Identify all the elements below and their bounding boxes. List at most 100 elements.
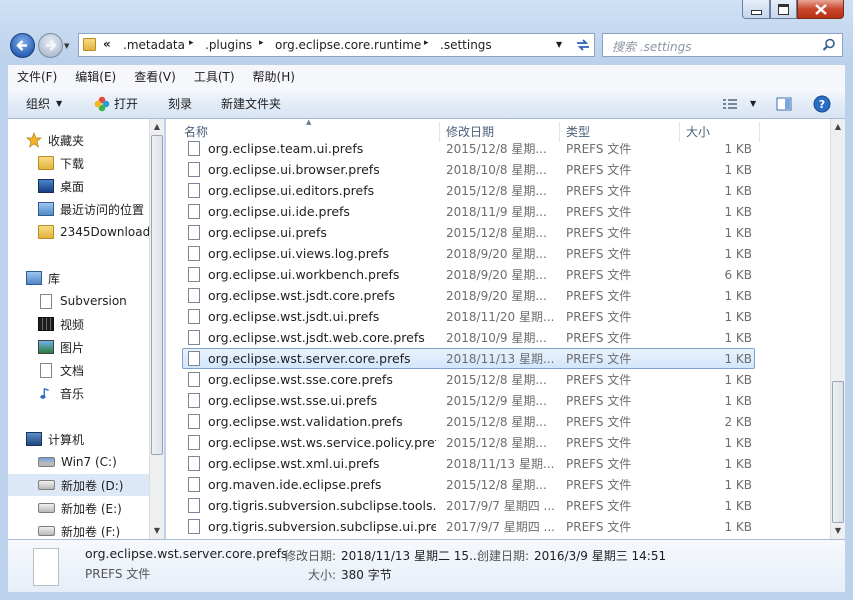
nav-label: 新加卷 (F:) xyxy=(61,524,121,539)
nav-drive-f[interactable]: 新加卷 (F:) xyxy=(38,520,120,539)
preview-pane-button[interactable] xyxy=(776,88,792,119)
search-box[interactable]: 搜索 .settings xyxy=(602,33,843,57)
file-row[interactable]: org.eclipse.wst.server.core.prefs 2018/11… xyxy=(166,348,830,369)
help-button[interactable]: ? xyxy=(813,88,831,119)
nav-2345downloads[interactable]: 2345Downloads xyxy=(38,221,149,243)
breadcrumb-core-runtime[interactable]: org.eclipse.core.runtime xyxy=(275,38,421,52)
nav-scroll-thumb[interactable] xyxy=(151,135,163,455)
file-name[interactable]: org.eclipse.ui.editors.prefs xyxy=(186,180,436,201)
maximize-button[interactable] xyxy=(770,0,797,19)
file-name-text: org.eclipse.ui.browser.prefs xyxy=(208,162,380,177)
menu-help[interactable]: 帮助(H) xyxy=(244,68,304,85)
nav-libraries[interactable]: 库 xyxy=(26,267,60,289)
file-name[interactable]: org.eclipse.team.ui.prefs xyxy=(186,138,436,159)
recent-pages-dropdown[interactable]: ▼ xyxy=(64,42,69,50)
nav-music[interactable]: 音乐 xyxy=(38,382,84,404)
video-icon xyxy=(38,317,54,331)
nav-favorites[interactable]: 收藏夹 xyxy=(26,129,84,151)
refresh-button[interactable] xyxy=(572,34,594,56)
nav-drive-e[interactable]: 新加卷 (E:) xyxy=(38,497,122,519)
file-row[interactable]: org.eclipse.ui.browser.prefs 2018/10/8 星期… xyxy=(166,159,830,180)
nav-drive-c[interactable]: Win7 (C:) xyxy=(38,451,117,473)
breadcrumb-metadata[interactable]: .metadata xyxy=(123,38,185,52)
file-row[interactable]: org.eclipse.wst.sse.ui.prefs 2015/12/9 星期… xyxy=(166,390,830,411)
scroll-down-icon[interactable]: ▼ xyxy=(831,523,845,537)
file-date: 2018/9/20 星期... xyxy=(446,247,547,261)
address-bar[interactable]: « .metadata ▸ .plugins ▸ org.eclipse.cor… xyxy=(78,33,595,57)
file-size: 1 KB xyxy=(724,309,752,324)
address-overflow[interactable]: « xyxy=(103,37,111,51)
nav-subversion[interactable]: Subversion xyxy=(38,290,127,312)
file-name[interactable]: org.eclipse.wst.jsdt.web.core.prefs xyxy=(186,327,436,348)
nav-label: 视频 xyxy=(60,317,85,332)
nav-computer[interactable]: 计算机 xyxy=(26,428,84,450)
breadcrumb-separator[interactable]: ▸ xyxy=(259,38,264,48)
file-list-scrollbar[interactable]: ▲ ▼ xyxy=(830,119,845,539)
file-row[interactable]: org.eclipse.wst.validation.prefs 2015/12/… xyxy=(166,411,830,432)
file-name[interactable]: org.eclipse.wst.jsdt.core.prefs xyxy=(186,285,436,306)
file-name[interactable]: org.eclipse.wst.validation.prefs xyxy=(186,411,436,432)
menu-file[interactable]: 文件(F) xyxy=(8,68,66,85)
breadcrumb-separator[interactable]: ▸ xyxy=(424,38,429,48)
file-name[interactable]: org.eclipse.wst.sse.core.prefs xyxy=(186,369,436,390)
file-name[interactable]: org.maven.ide.eclipse.prefs xyxy=(186,474,436,495)
menu-view[interactable]: 查看(V) xyxy=(125,68,185,85)
file-row[interactable]: org.eclipse.wst.jsdt.web.core.prefs 2018/… xyxy=(166,327,830,348)
new-folder-button[interactable]: 新建文件夹 xyxy=(221,88,281,119)
file-name[interactable]: org.eclipse.ui.ide.prefs xyxy=(186,201,436,222)
file-name[interactable]: org.eclipse.wst.xml.ui.prefs xyxy=(186,453,436,474)
file-row[interactable]: org.eclipse.wst.xml.ui.prefs 2018/11/13 星… xyxy=(166,453,830,474)
file-name[interactable]: org.eclipse.ui.prefs xyxy=(186,222,436,243)
file-row[interactable]: org.eclipse.ui.editors.prefs 2015/12/8 星期… xyxy=(166,180,830,201)
file-name[interactable]: org.eclipse.wst.ws.service.policy.prefs xyxy=(186,432,436,453)
minimize-button[interactable] xyxy=(742,0,770,19)
file-row[interactable]: org.eclipse.ui.workbench.prefs 2018/9/20 … xyxy=(166,264,830,285)
back-button[interactable] xyxy=(10,33,35,58)
file-name[interactable]: org.tigris.subversion.subclipse.tools...… xyxy=(186,495,436,516)
file-row[interactable]: org.eclipse.team.ui.prefs 2015/12/8 星期...… xyxy=(166,138,830,159)
file-row[interactable]: org.eclipse.ui.prefs 2015/12/8 星期... PREFS… xyxy=(166,222,830,243)
scroll-up-icon[interactable]: ▲ xyxy=(150,119,164,133)
file-name[interactable]: org.eclipse.ui.views.log.prefs xyxy=(186,243,436,264)
file-row[interactable]: org.eclipse.wst.jsdt.ui.prefs 2018/11/20 … xyxy=(166,306,830,327)
open-button[interactable]: 打开 xyxy=(94,88,138,119)
forward-button[interactable] xyxy=(38,33,63,58)
breadcrumb-settings[interactable]: .settings xyxy=(440,38,492,52)
nav-videos[interactable]: 视频 xyxy=(38,313,84,335)
nav-recent-places[interactable]: 最近访问的位置 xyxy=(38,198,144,220)
file-row[interactable]: org.eclipse.ui.ide.prefs 2018/11/9 星期... P… xyxy=(166,201,830,222)
file-row[interactable]: org.tigris.subversion.subclipse.ui.prefs… xyxy=(166,516,830,537)
file-name[interactable]: org.eclipse.ui.workbench.prefs xyxy=(186,264,436,285)
scroll-down-icon[interactable]: ▼ xyxy=(150,523,164,537)
burn-label: 刻录 xyxy=(168,97,193,111)
file-scroll-thumb[interactable] xyxy=(832,381,844,523)
file-name[interactable]: org.eclipse.wst.sse.ui.prefs xyxy=(186,390,436,411)
file-row[interactable]: org.maven.ide.eclipse.prefs 2015/12/8 星期.… xyxy=(166,474,830,495)
file-name[interactable]: org.eclipse.wst.server.core.prefs xyxy=(186,348,436,369)
burn-button[interactable]: 刻录 xyxy=(168,88,192,119)
file-row[interactable]: org.eclipse.wst.ws.service.policy.prefs 2… xyxy=(166,432,830,453)
file-name[interactable]: org.eclipse.wst.jsdt.ui.prefs xyxy=(186,306,436,327)
nav-downloads[interactable]: 下载 xyxy=(38,152,84,174)
breadcrumb-plugins[interactable]: .plugins xyxy=(205,38,252,52)
nav-scrollbar[interactable]: ▲ ▼ xyxy=(149,119,164,539)
file-row[interactable]: org.tigris.subversion.subclipse.tools...… xyxy=(166,495,830,516)
breadcrumb-separator[interactable]: ▸ xyxy=(189,38,194,48)
menu-tools[interactable]: 工具(T) xyxy=(185,68,244,85)
nav-documents[interactable]: 文档 xyxy=(38,359,84,381)
nav-pictures[interactable]: 图片 xyxy=(38,336,84,358)
file-row[interactable]: org.eclipse.ui.views.log.prefs 2018/9/20 … xyxy=(166,243,830,264)
menu-edit[interactable]: 编辑(E) xyxy=(66,68,125,85)
file-row[interactable]: org.eclipse.wst.jsdt.core.prefs 2018/9/20… xyxy=(166,285,830,306)
close-button[interactable] xyxy=(797,0,844,19)
file-name[interactable]: org.eclipse.ui.browser.prefs xyxy=(186,159,436,180)
scroll-up-icon[interactable]: ▲ xyxy=(831,119,845,133)
address-dropdown-icon[interactable]: ▼ xyxy=(556,40,562,49)
search-input[interactable]: 搜索 .settings xyxy=(612,38,691,55)
file-name[interactable]: org.tigris.subversion.subclipse.ui.prefs xyxy=(186,516,436,537)
change-view-button[interactable]: ▼ xyxy=(722,88,756,119)
file-row[interactable]: org.eclipse.wst.sse.core.prefs 2015/12/8 … xyxy=(166,369,830,390)
nav-drive-d[interactable]: 新加卷 (D:) xyxy=(8,474,149,496)
organize-button[interactable]: 组织 ▼ xyxy=(26,88,62,119)
nav-desktop[interactable]: 桌面 xyxy=(38,175,84,197)
